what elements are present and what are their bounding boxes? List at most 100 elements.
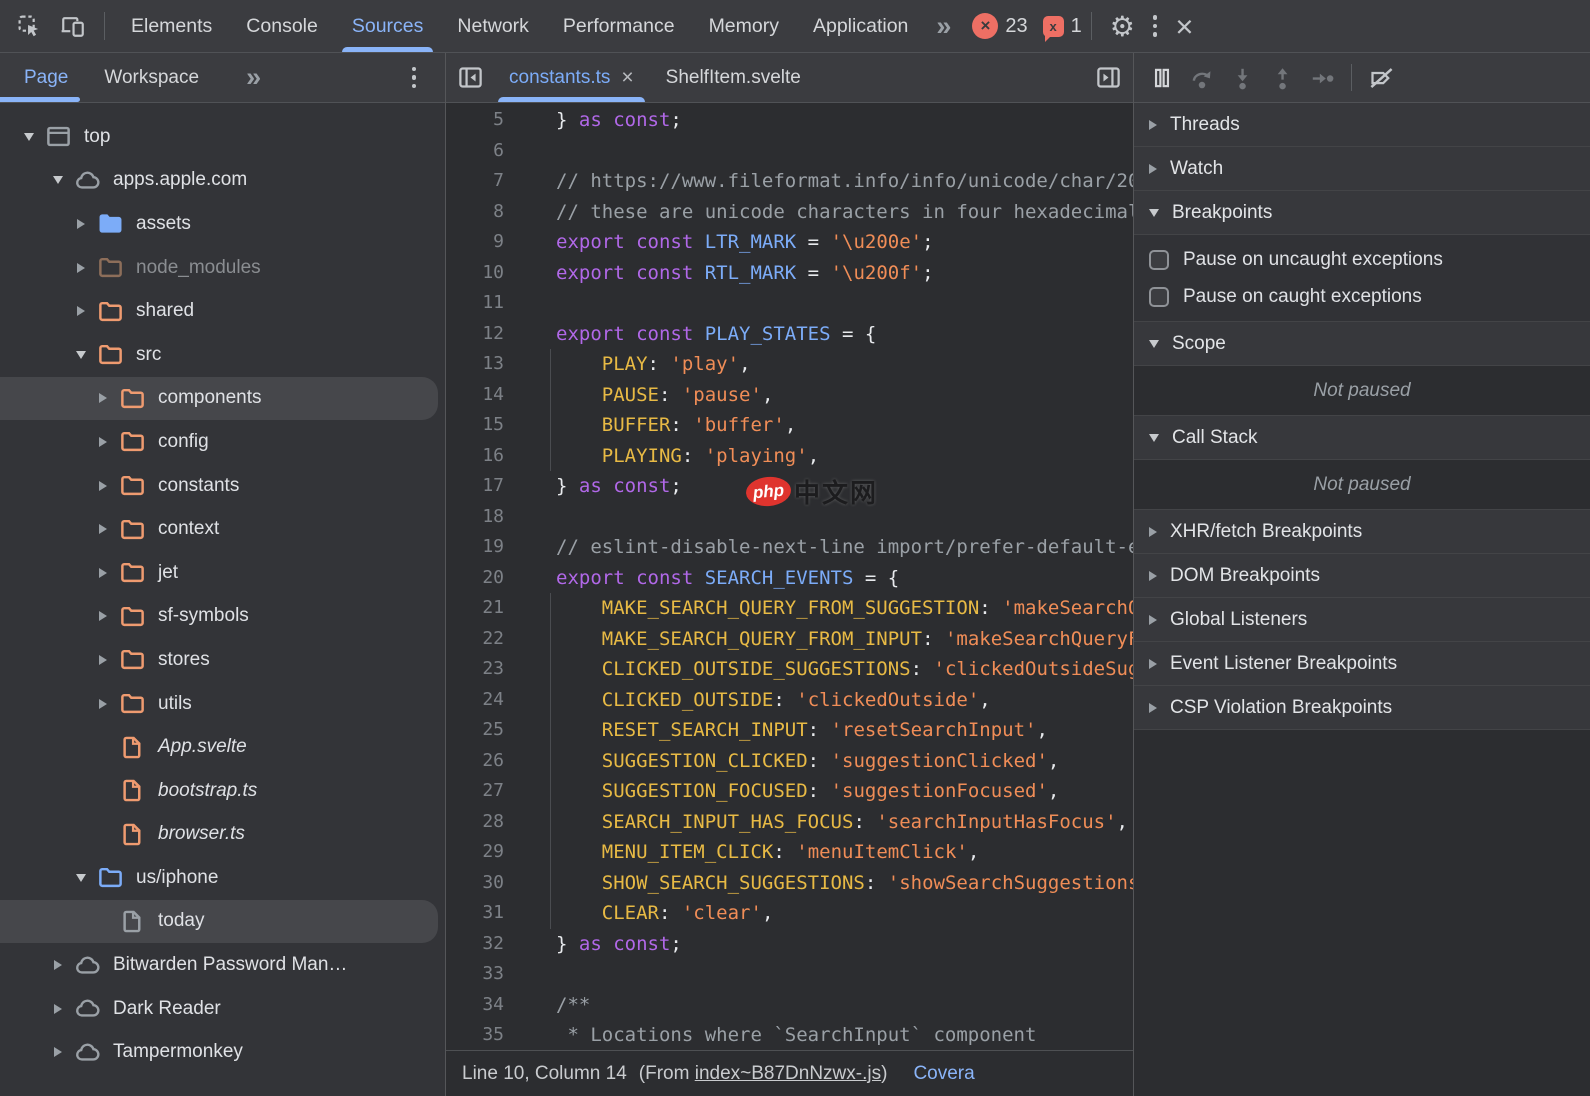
tab-console[interactable]: Console	[229, 0, 335, 52]
line-content[interactable]: SUGGESTION_FOCUSED: 'suggestionFocused',	[524, 776, 1133, 807]
line-number[interactable]: 30	[446, 868, 524, 899]
tree-item-bootstrap-ts[interactable]: bootstrap.ts	[0, 769, 445, 813]
tree-item-top[interactable]: top	[0, 115, 445, 159]
close-icon[interactable]: ×	[1166, 0, 1202, 52]
line-number[interactable]: 33	[446, 959, 524, 990]
line-number[interactable]: 20	[446, 563, 524, 594]
line-content[interactable]: // https://www.fileformat.info/info/unic…	[524, 166, 1133, 197]
tree-item-context[interactable]: context	[0, 507, 445, 551]
close-tab-icon[interactable]: ×	[621, 66, 633, 90]
tree-item-us-iphone[interactable]: us/iphone	[0, 856, 445, 900]
tree-item-config[interactable]: config	[0, 420, 445, 464]
line-number[interactable]: 15	[446, 410, 524, 441]
line-number[interactable]: 10	[446, 258, 524, 289]
tab-sources[interactable]: Sources	[335, 0, 441, 52]
line-content[interactable]: // eslint-disable-next-line import/prefe…	[524, 532, 1133, 563]
tab-elements[interactable]: Elements	[114, 0, 229, 52]
tree-item-apps-apple-com[interactable]: apps.apple.com	[0, 159, 445, 203]
tree-item-today[interactable]: today	[0, 900, 438, 944]
line-content[interactable]: } as const;	[524, 105, 1133, 136]
caret-right-icon[interactable]	[70, 306, 92, 316]
tab-memory[interactable]: Memory	[692, 0, 796, 52]
step-over-icon[interactable]	[1182, 58, 1222, 98]
caret-right-icon[interactable]	[92, 524, 114, 534]
caret-right-icon[interactable]	[92, 481, 114, 491]
hide-navigator-icon[interactable]	[448, 53, 493, 102]
section-scope[interactable]: Scope	[1134, 322, 1590, 366]
line-number[interactable]: 17	[446, 471, 524, 502]
line-content[interactable]: MAKE_SEARCH_QUERY_FROM_SUGGESTION: 'make…	[524, 593, 1133, 624]
line-number[interactable]: 12	[446, 319, 524, 350]
checkbox-row-pause-on-caught-exceptions[interactable]: Pause on caught exceptions	[1134, 278, 1590, 315]
inspect-icon[interactable]	[8, 0, 51, 52]
section-global-listeners[interactable]: Global Listeners	[1134, 598, 1590, 642]
line-number[interactable]: 11	[446, 288, 524, 319]
issues-badge-icon[interactable]: x	[1043, 16, 1064, 37]
error-badge-icon[interactable]: ×	[972, 13, 998, 39]
tree-item-app-svelte[interactable]: App.svelte	[0, 725, 445, 769]
caret-right-icon[interactable]	[92, 568, 114, 578]
source-map-link[interactable]: index~B87DnNzwx-.js	[695, 1063, 881, 1084]
line-content[interactable]	[524, 959, 1133, 990]
line-number[interactable]: 29	[446, 837, 524, 868]
line-content[interactable]: RESET_SEARCH_INPUT: 'resetSearchInput',	[524, 715, 1133, 746]
line-number[interactable]: 32	[446, 929, 524, 960]
editor-tab-constants-ts[interactable]: constants.ts×	[493, 53, 650, 102]
line-number[interactable]: 14	[446, 380, 524, 411]
line-number[interactable]: 6	[446, 136, 524, 167]
tree-item-node-modules[interactable]: node_modules	[0, 246, 445, 290]
caret-right-icon[interactable]	[92, 699, 114, 709]
line-content[interactable]: export const RTL_MARK = '\u200f';	[524, 258, 1133, 289]
tab-application[interactable]: Application	[796, 0, 925, 52]
checkbox-row-pause-on-uncaught-exceptions[interactable]: Pause on uncaught exceptions	[1134, 241, 1590, 278]
tree-item-constants[interactable]: constants	[0, 464, 445, 508]
line-content[interactable]: export const SEARCH_EVENTS = {	[524, 563, 1133, 594]
line-content[interactable]: // these are unicode characters in four …	[524, 197, 1133, 228]
line-number[interactable]: 19	[446, 532, 524, 563]
line-content[interactable]: BUFFER: 'buffer',	[524, 410, 1133, 441]
line-content[interactable]: } as const;	[524, 929, 1133, 960]
line-number[interactable]: 7	[446, 166, 524, 197]
tree-item-jet[interactable]: jet	[0, 551, 445, 595]
deactivate-breakpoints-icon[interactable]	[1361, 58, 1401, 98]
tree-item-src[interactable]: src	[0, 333, 445, 377]
section-call-stack[interactable]: Call Stack	[1134, 416, 1590, 460]
line-number[interactable]: 16	[446, 441, 524, 472]
section-dom-breakpoints[interactable]: DOM Breakpoints	[1134, 554, 1590, 598]
line-number[interactable]: 23	[446, 654, 524, 685]
line-number[interactable]: 9	[446, 227, 524, 258]
caret-right-icon[interactable]	[92, 437, 114, 447]
line-number[interactable]: 28	[446, 807, 524, 838]
checkbox-unchecked-icon[interactable]	[1149, 287, 1169, 307]
caret-right-icon[interactable]	[47, 960, 69, 970]
line-content[interactable]	[524, 502, 1133, 533]
tree-item-dark-reader[interactable]: Dark Reader	[0, 987, 445, 1031]
caret-right-icon[interactable]	[47, 1004, 69, 1014]
tree-item-stores[interactable]: stores	[0, 638, 445, 682]
editor-tab-shelfitem-svelte[interactable]: ShelfItem.svelte	[650, 53, 817, 102]
section-csp-violation-breakpoints[interactable]: CSP Violation Breakpoints	[1134, 686, 1590, 730]
device-toolbar-icon[interactable]	[51, 0, 95, 52]
line-number[interactable]: 5	[446, 105, 524, 136]
caret-right-icon[interactable]	[92, 611, 114, 621]
line-content[interactable]: CLICKED_OUTSIDE_SUGGESTIONS: 'clickedOut…	[524, 654, 1133, 685]
section-breakpoints[interactable]: Breakpoints	[1134, 191, 1590, 235]
caret-down-icon[interactable]	[47, 176, 69, 184]
line-number[interactable]: 18	[446, 502, 524, 533]
line-content[interactable]: SHOW_SEARCH_SUGGESTIONS: 'showSearchSugg…	[524, 868, 1133, 899]
tab-workspace[interactable]: Workspace	[104, 53, 199, 102]
caret-right-icon[interactable]	[92, 393, 114, 403]
pause-icon[interactable]	[1142, 58, 1182, 98]
tree-item-tampermonkey[interactable]: Tampermonkey	[0, 1030, 445, 1074]
code-editor[interactable]: 5} as const;67// https://www.fileformat.…	[446, 103, 1133, 1096]
tree-item-components[interactable]: components	[0, 377, 438, 421]
checkbox-unchecked-icon[interactable]	[1149, 250, 1169, 270]
line-number[interactable]: 25	[446, 715, 524, 746]
step-into-icon[interactable]	[1222, 58, 1262, 98]
line-content[interactable]: export const PLAY_STATES = {	[524, 319, 1133, 350]
dock-side-icon[interactable]	[1086, 53, 1131, 102]
caret-right-icon[interactable]	[70, 263, 92, 273]
line-content[interactable]: MAKE_SEARCH_QUERY_FROM_INPUT: 'makeSearc…	[524, 624, 1133, 655]
line-content[interactable]	[524, 136, 1133, 167]
line-content[interactable]: PLAY: 'play',	[524, 349, 1133, 380]
